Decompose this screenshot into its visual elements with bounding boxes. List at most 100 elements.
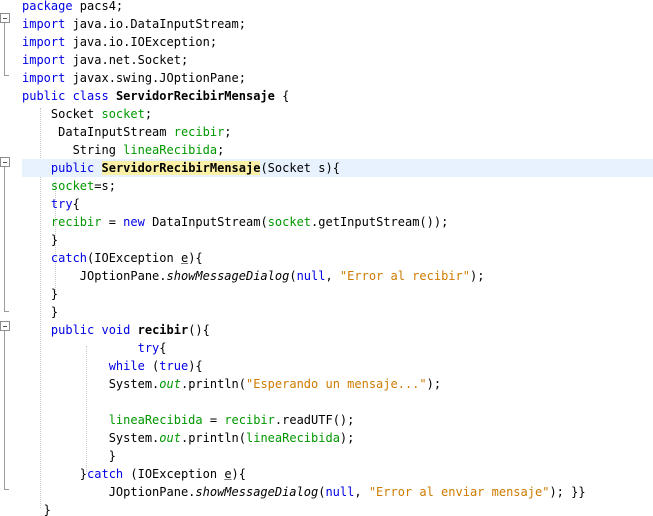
code-token: recibir: [224, 413, 275, 427]
code-token: ){: [188, 359, 203, 373]
code-line[interactable]: while (true){: [22, 357, 203, 375]
code-line[interactable]: import java.io.DataInputStream;: [22, 15, 246, 33]
code-token: recibir: [137, 323, 189, 337]
code-token: out: [159, 377, 181, 391]
code-line[interactable]: package pacs4;: [22, 0, 123, 15]
code-line[interactable]: try{: [22, 195, 80, 213]
code-token: java.io.DataInputStream;: [65, 17, 246, 31]
code-token: System.: [22, 431, 160, 445]
code-token: (Socket s){: [260, 161, 340, 175]
code-token: ;: [217, 143, 225, 157]
code-line[interactable]: }: [22, 501, 51, 516]
code-token: recibir: [173, 125, 225, 139]
code-token: =: [202, 413, 225, 427]
code-editor[interactable]: package pacs4; import java.io.DataInputSt…: [0, 0, 653, 516]
code-token: import: [22, 71, 66, 85]
fold-imports-toggle-icon[interactable]: [0, 13, 10, 23]
code-line[interactable]: JOptionPane.showMessageDialog(null, "Err…: [22, 267, 485, 285]
code-line[interactable]: System.out.println(lineaRecibida);: [22, 429, 355, 447]
code-token: }: [22, 287, 59, 301]
code-token: .println(: [180, 377, 246, 391]
code-line[interactable]: DataInputStream recibir;: [22, 123, 231, 141]
code-token: ServidorRecibirMensaje: [115, 89, 275, 103]
code-line[interactable]: import java.io.IOException;: [22, 33, 217, 51]
code-token: (: [289, 269, 297, 283]
code-token: JOptionPane.: [22, 485, 196, 499]
code-token: try: [137, 341, 160, 355]
code-line[interactable]: JOptionPane.showMessageDialog(null, "Err…: [22, 483, 586, 501]
fold-constructor-toggle-icon[interactable]: [0, 157, 10, 167]
code-token: while: [108, 359, 145, 373]
code-line[interactable]: System.out.println("Esperando un mensaje…: [22, 375, 441, 393]
code-line[interactable]: public class ServidorRecibirMensaje {: [22, 87, 289, 105]
code-token: =: [101, 215, 124, 229]
code-line[interactable]: import javax.swing.JOptionPane;: [22, 69, 246, 87]
code-token: new: [123, 215, 145, 229]
code-token: lineaRecibida: [123, 143, 218, 157]
code-token: .getInputStream());: [311, 215, 449, 229]
code-token: catch: [87, 467, 124, 481]
code-token: String: [22, 143, 124, 157]
code-token: package: [22, 0, 73, 13]
code-token: ServidorRecibirMensaje: [101, 161, 261, 175]
code-token: "Error al recibir": [339, 269, 470, 283]
code-line[interactable]: Socket socket;: [22, 105, 152, 123]
code-token: "Esperando un mensaje...": [246, 377, 427, 391]
code-token: ,: [325, 269, 340, 283]
code-token: (){: [188, 323, 210, 337]
code-line[interactable]: import java.net.Socket;: [22, 51, 188, 69]
code-token: }: [22, 305, 59, 319]
code-token: public void: [50, 323, 131, 337]
code-token: showMessageDialog: [195, 485, 319, 499]
code-token: import: [22, 17, 66, 31]
fold-method-toggle-icon[interactable]: [0, 321, 10, 331]
current-code-line[interactable]: public ServidorRecibirMensaje(Socket s){: [22, 159, 653, 177]
code-token: recibir: [50, 215, 102, 229]
code-token: {: [159, 341, 167, 355]
code-line[interactable]: lineaRecibida = recibir.readUTF();: [22, 411, 355, 429]
code-line[interactable]: String lineaRecibida;: [22, 141, 225, 159]
code-token: );: [426, 377, 442, 391]
code-token: try: [50, 197, 73, 211]
code-token: ,: [354, 485, 369, 499]
code-token: ;: [144, 107, 153, 121]
code-token: {: [274, 89, 290, 103]
code-token: true: [159, 359, 189, 373]
code-line[interactable]: }: [22, 285, 58, 303]
code-token: null: [296, 269, 326, 283]
code-line[interactable]: recibir = new DataInputStream(socket.get…: [22, 213, 448, 231]
fold-imports-guide: [4, 23, 5, 75]
fold-method-guide: [4, 331, 5, 489]
code-token: =s;: [94, 179, 116, 193]
code-token: }: [22, 449, 116, 463]
code-token: DataInputStream(: [144, 215, 268, 229]
code-line[interactable]: }: [22, 231, 58, 249]
code-token: java.io.IOException;: [65, 35, 218, 49]
fold-imports-end: [4, 75, 9, 76]
code-token: System.: [22, 377, 160, 391]
code-line[interactable]: try{: [22, 339, 167, 357]
code-line[interactable]: public void recibir(){: [22, 321, 210, 339]
code-token: showMessageDialog: [166, 269, 290, 283]
code-token: public class: [22, 89, 109, 103]
code-line[interactable]: socket=s;: [22, 177, 116, 195]
code-token: {: [72, 197, 80, 211]
fold-method-end: [4, 489, 9, 490]
code-token: lineaRecibida: [246, 431, 340, 445]
code-line[interactable]: }catch (IOException e){: [22, 465, 246, 483]
code-line[interactable]: }: [22, 303, 58, 321]
code-line[interactable]: catch(IOException e){: [22, 249, 203, 267]
code-token: (IOException: [123, 467, 225, 481]
code-token: .println(: [180, 431, 246, 445]
code-token: );: [339, 431, 355, 445]
code-token: socket: [50, 179, 95, 193]
code-line[interactable]: }: [22, 447, 116, 465]
